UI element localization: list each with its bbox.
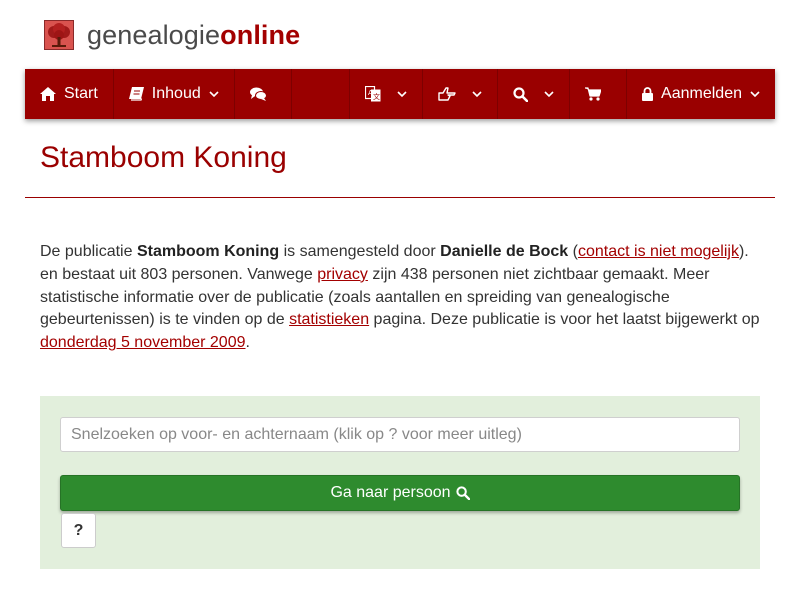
nav-cart[interactable] <box>570 69 628 119</box>
nav-contribute-dropdown[interactable] <box>423 69 499 119</box>
nav-forum[interactable] <box>235 69 292 119</box>
chevron-down-icon <box>397 90 407 98</box>
page-title: Stamboom Koning <box>40 141 287 174</box>
nav-inhoud-label: Inhoud <box>151 85 201 102</box>
tree-logo-icon <box>44 20 74 50</box>
nav-start[interactable]: Start <box>25 69 114 119</box>
statistics-link[interactable]: statistieken <box>289 311 369 328</box>
quick-search-panel: Ga naar persoon ? <box>40 396 760 569</box>
cart-icon <box>585 87 602 101</box>
search-icon <box>513 86 529 102</box>
chevron-down-icon <box>544 90 554 98</box>
language-icon: A文 <box>365 86 381 102</box>
nav-search-dropdown[interactable] <box>498 69 571 119</box>
home-icon <box>40 87 56 101</box>
go-to-person-button[interactable]: Ga naar persoon <box>60 475 740 511</box>
author-name: Danielle de Bock <box>440 243 569 260</box>
privacy-link[interactable]: privacy <box>317 266 368 283</box>
book-icon <box>128 87 144 101</box>
intro-text: ( <box>568 243 578 260</box>
nav-language-dropdown[interactable]: A文 <box>350 69 424 119</box>
publication-intro: De publicatie Stamboom Koning is samenge… <box>40 241 770 355</box>
svg-text:文: 文 <box>373 92 380 101</box>
brand[interactable]: genealogieonline <box>44 18 300 52</box>
intro-text: is samengesteld door <box>279 243 441 260</box>
nav-inhoud-dropdown[interactable]: Inhoud <box>114 69 235 119</box>
last-updated-date-link[interactable]: donderdag 5 november 2009 <box>40 334 246 351</box>
search-icon <box>455 486 470 500</box>
publication-name: Stamboom Koning <box>136 243 280 260</box>
lock-icon <box>642 87 654 101</box>
quick-search-input[interactable] <box>60 417 740 452</box>
chevron-down-icon <box>209 90 219 98</box>
comments-icon <box>249 87 267 101</box>
search-help-button[interactable]: ? <box>61 513 96 548</box>
intro-text: De publicatie <box>40 243 137 260</box>
intro-text: . <box>245 334 250 352</box>
title-divider <box>25 197 775 198</box>
intro-text: pagina. Deze publicatie is voor het laat… <box>369 311 760 329</box>
nav-spacer <box>292 69 351 119</box>
hand-pointer-icon <box>438 87 456 101</box>
brand-name-plain: genealogie <box>87 19 221 50</box>
chevron-down-icon <box>472 90 482 98</box>
nav-login-label: Aanmelden <box>661 85 742 102</box>
main-navbar: Start Inhoud A文 Aanmelden <box>25 69 775 119</box>
go-to-person-label: Ga naar persoon <box>330 484 451 501</box>
chevron-down-icon <box>750 90 760 98</box>
nav-start-label: Start <box>64 85 98 102</box>
brand-name-accent: online <box>220 19 301 50</box>
brand-name: genealogieonline <box>87 20 300 51</box>
nav-login-dropdown[interactable]: Aanmelden <box>627 69 775 119</box>
contact-link[interactable]: contact is niet mogelijk <box>578 243 739 260</box>
